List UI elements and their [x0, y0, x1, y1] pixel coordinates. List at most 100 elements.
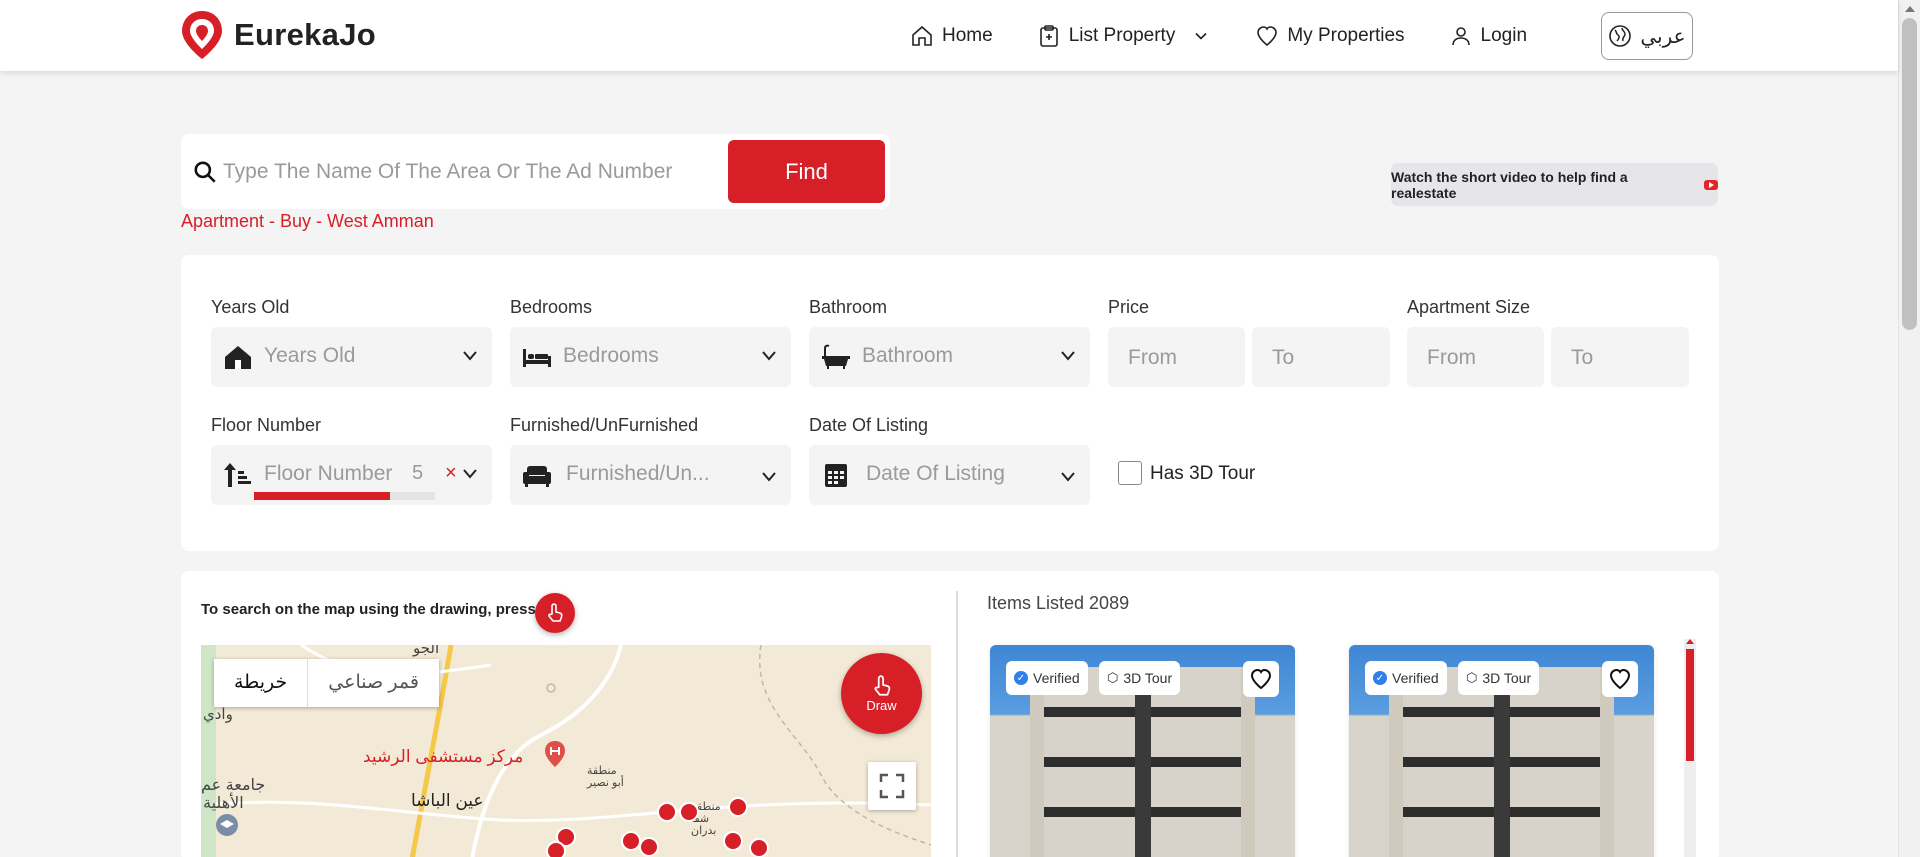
bathroom-select[interactable]: Bathroom — [809, 327, 1090, 387]
listing-pin[interactable] — [723, 831, 743, 851]
price-from-placeholder: From — [1128, 346, 1177, 369]
nav-login[interactable]: Login — [1449, 24, 1528, 48]
scroll-up-arrow[interactable] — [1686, 639, 1694, 644]
listing-card[interactable]: ✓ Verified ⬡ 3D Tour — [1349, 645, 1654, 857]
map-label-mosque: جامعة عم — [201, 777, 266, 794]
brand-name: EurekaJo — [234, 17, 376, 52]
bathroom-placeholder: Bathroom — [862, 344, 954, 367]
listings-scrollbar[interactable] — [1684, 639, 1696, 857]
nav-my-properties[interactable]: My Properties — [1255, 24, 1405, 48]
heart-icon — [1257, 25, 1278, 46]
listing-card[interactable]: ✓ Verified ⬡ 3D Tour — [990, 645, 1295, 857]
price-to-input[interactable]: To — [1252, 327, 1390, 387]
check-icon: ✓ — [1014, 671, 1028, 685]
map-view[interactable]: خريطة قمر صناعي الجو وادي مركز مستشفى ال… — [201, 645, 931, 857]
size-from-input[interactable]: From — [1407, 327, 1544, 387]
page-scrollbar[interactable] — [1898, 0, 1920, 857]
page-scroll-thumb[interactable] — [1902, 18, 1917, 330]
furnished-select[interactable]: Furnished/Un... — [510, 445, 791, 505]
listing-pin[interactable] — [657, 802, 677, 822]
listing-pin[interactable] — [728, 797, 748, 817]
draw-label: Draw — [866, 698, 897, 713]
globe-icon — [1609, 25, 1632, 47]
search-summary[interactable]: Apartment - Buy - West Amman — [181, 211, 434, 232]
bed-icon — [523, 349, 551, 367]
search-bar: Find — [181, 134, 890, 209]
price-from-input[interactable]: From — [1108, 327, 1245, 387]
chevron-down-icon — [463, 351, 477, 361]
section-divider — [956, 591, 958, 857]
results-section: To search on the map using the drawing, … — [181, 571, 1719, 857]
draw-hint-button[interactable] — [535, 593, 575, 633]
price-to-placeholder: To — [1272, 346, 1295, 369]
floor-number-select[interactable]: Floor Number 5 × — [211, 445, 492, 505]
search-input[interactable] — [223, 152, 703, 192]
nav-home[interactable]: Home — [910, 24, 993, 48]
listing-pin[interactable] — [639, 837, 659, 857]
apartment-size-label: Apartment Size — [1407, 297, 1531, 317]
top-navbar: EurekaJo Home List Property My Propertie… — [0, 0, 1898, 71]
home-icon — [912, 25, 932, 46]
size-to-input[interactable]: To — [1551, 327, 1689, 387]
items-count: Items Listed 2089 — [987, 593, 1130, 613]
cube-icon: ⬡ — [1466, 670, 1478, 685]
floor-range-fill — [254, 492, 390, 500]
chevron-down-icon — [762, 472, 776, 482]
nav-list-property-label: List Property — [1068, 24, 1176, 46]
tour-3d-badge[interactable]: ⬡ 3D Tour — [1099, 661, 1181, 695]
fullscreen-button[interactable] — [868, 762, 916, 810]
bathtub-icon — [822, 344, 850, 369]
floor-number-value: 5 — [412, 462, 424, 484]
map-type-satellite[interactable]: قمر صناعي — [307, 659, 439, 707]
tour-3d-badge[interactable]: ⬡ 3D Tour — [1458, 661, 1540, 695]
cube-icon: ⬡ — [1107, 670, 1119, 685]
tour-label: 3D Tour — [1123, 670, 1173, 686]
page-scroll-up[interactable] — [1905, 6, 1915, 12]
favorite-button[interactable] — [1243, 661, 1279, 697]
map-draw-hint: To search on the map using the drawing, … — [201, 601, 536, 618]
map-label-hospital: مركز مستشفى الرشيد — [363, 747, 524, 766]
nav-login-label: Login — [1480, 24, 1528, 46]
listing-pin[interactable] — [679, 802, 699, 822]
size-to-placeholder: To — [1571, 346, 1594, 369]
price-label: Price — [1108, 297, 1150, 317]
draw-button[interactable]: Draw — [841, 653, 922, 734]
logo-pin-icon — [182, 11, 222, 59]
bedrooms-select[interactable]: Bedrooms — [510, 327, 791, 387]
sort-up-icon — [224, 463, 251, 487]
heart-icon — [1250, 668, 1272, 690]
floor-number-placeholder: Floor Number — [264, 462, 393, 485]
brand-logo[interactable]: EurekaJo — [180, 9, 376, 61]
clear-floor-icon[interactable]: × — [445, 462, 457, 485]
listing-pin[interactable] — [621, 831, 641, 851]
fullscreen-icon — [879, 773, 905, 799]
map-label-ain-basha: عين الباشا — [411, 791, 484, 810]
floor-range-slider[interactable] — [254, 492, 435, 500]
help-video-link[interactable]: Watch the short video to help find a rea… — [1391, 163, 1718, 206]
favorite-button[interactable] — [1602, 661, 1638, 697]
bedrooms-label: Bedrooms — [510, 297, 593, 317]
filters-panel: Years Old Years Old Bedrooms Bedrooms Ba… — [181, 255, 1719, 551]
hand-pointer-icon — [548, 603, 563, 622]
bedrooms-placeholder: Bedrooms — [563, 344, 659, 367]
language-toggle[interactable]: عربي — [1601, 12, 1693, 60]
find-button[interactable]: Find — [728, 140, 885, 203]
date-of-listing-select[interactable]: Date Of Listing — [809, 445, 1090, 505]
check-icon: ✓ — [1373, 671, 1387, 685]
nav-list-property[interactable]: List Property — [1037, 24, 1212, 48]
listing-pin[interactable] — [546, 841, 566, 857]
years-old-select[interactable]: Years Old — [211, 327, 492, 387]
map-type-toggle[interactable]: خريطة قمر صناعي — [214, 659, 439, 707]
bathroom-label: Bathroom — [809, 297, 888, 317]
size-from-placeholder: From — [1427, 346, 1476, 369]
listing-pin[interactable] — [749, 838, 769, 857]
map-label-wadi: وادي — [203, 706, 233, 723]
floor-number-label: Floor Number — [211, 415, 322, 435]
map-type-map[interactable]: خريطة — [214, 659, 307, 707]
search-icon — [194, 161, 216, 183]
has-3d-tour-label[interactable]: Has 3D Tour — [1150, 463, 1255, 485]
chevron-down-icon — [762, 351, 776, 361]
building-image — [1389, 667, 1614, 857]
listings-scroll-thumb[interactable] — [1686, 649, 1694, 761]
has-3d-tour-checkbox[interactable] — [1118, 461, 1142, 485]
